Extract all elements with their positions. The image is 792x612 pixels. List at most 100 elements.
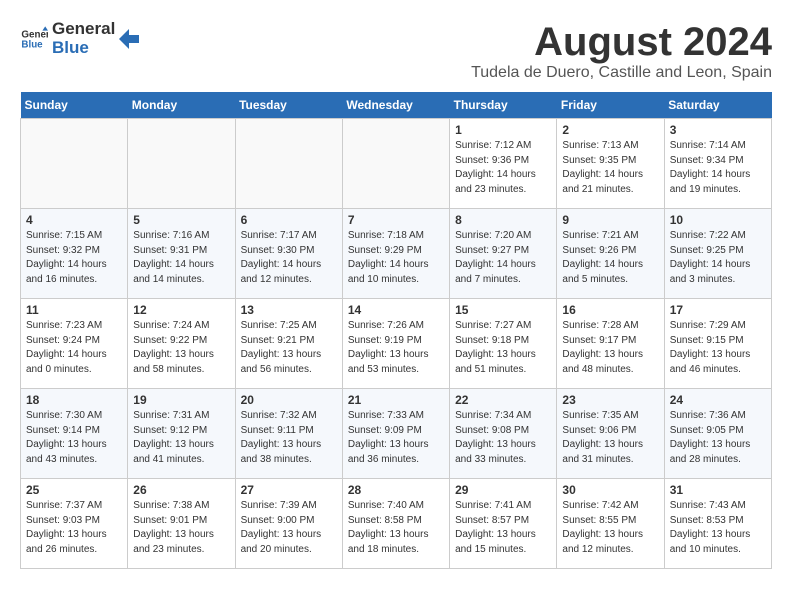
day-info: Sunrise: 7:39 AMSunset: 9:00 PMDaylight:…: [241, 499, 337, 557]
calendar-cell: [235, 119, 342, 209]
day-number: 4: [26, 213, 122, 227]
day-number: 19: [133, 393, 229, 407]
day-info: Sunrise: 7:16 AMSunset: 9:31 PMDaylight:…: [133, 229, 229, 287]
calendar-cell: 3Sunrise: 7:14 AMSunset: 9:34 PMDaylight…: [664, 119, 771, 209]
day-number: 10: [670, 213, 766, 227]
day-number: 23: [562, 393, 658, 407]
day-info: Sunrise: 7:28 AMSunset: 9:17 PMDaylight:…: [562, 319, 658, 377]
logo-blue-text: Blue: [52, 39, 115, 58]
calendar-cell: 7 Sunrise: 7:18 AMSunset: 9:29 PMDaylight…: [342, 209, 449, 299]
day-info: Sunrise: 7:12 AMSunset: 9:36 PMDaylight:…: [455, 139, 551, 197]
day-info: Sunrise: 7:30 AMSunset: 9:14 PMDaylight:…: [26, 409, 122, 467]
day-info: Sunrise: 7:37 AMSunset: 9:03 PMDaylight:…: [26, 499, 122, 557]
day-info: Sunrise: 7:35 AMSunset: 9:06 PMDaylight:…: [562, 409, 658, 467]
title-section: August 2024 Tudela de Duero, Castille an…: [471, 20, 772, 82]
calendar-cell: 20 Sunrise: 7:32 AMSunset: 9:11 PMDayligh…: [235, 389, 342, 479]
calendar-cell: 12Sunrise: 7:24 AMSunset: 9:22 PMDayligh…: [128, 299, 235, 389]
day-info: Sunrise: 7:38 AMSunset: 9:01 PMDaylight:…: [133, 499, 229, 557]
calendar-cell: [128, 119, 235, 209]
calendar-cell: 27Sunrise: 7:39 AMSunset: 9:00 PMDayligh…: [235, 479, 342, 569]
calendar-cell: 13Sunrise: 7:25 AMSunset: 9:21 PMDayligh…: [235, 299, 342, 389]
calendar-week-row: 11 Sunrise: 7:23 AMSunset: 9:24 PMDayligh…: [21, 299, 772, 389]
day-number: 31: [670, 483, 766, 497]
day-info: Sunrise: 7:17 AMSunset: 9:30 PMDaylight:…: [241, 229, 337, 287]
day-info: Sunrise: 7:21 AMSunset: 9:26 PMDaylight:…: [562, 229, 658, 287]
calendar-cell: 22 Sunrise: 7:34 AMSunset: 9:08 PMDayligh…: [450, 389, 557, 479]
day-number: 18: [26, 393, 122, 407]
day-info: Sunrise: 7:41 AMSunset: 8:57 PMDaylight:…: [455, 499, 551, 557]
calendar-cell: 10 Sunrise: 7:22 AMSunset: 9:25 PMDayligh…: [664, 209, 771, 299]
calendar-cell: 17 Sunrise: 7:29 AMSunset: 9:15 PMDayligh…: [664, 299, 771, 389]
calendar-cell: 4 Sunrise: 7:15 AMSunset: 9:32 PMDaylight…: [21, 209, 128, 299]
calendar-week-row: 18 Sunrise: 7:30 AMSunset: 9:14 PMDayligh…: [21, 389, 772, 479]
day-info: Sunrise: 7:29 AMSunset: 9:15 PMDaylight:…: [670, 319, 766, 377]
day-number: 6: [241, 213, 337, 227]
day-number: 26: [133, 483, 229, 497]
weekday-header-row: SundayMondayTuesdayWednesdayThursdayFrid…: [21, 92, 772, 119]
day-info: Sunrise: 7:15 AMSunset: 9:32 PMDaylight:…: [26, 229, 122, 287]
calendar-cell: 6 Sunrise: 7:17 AMSunset: 9:30 PMDaylight…: [235, 209, 342, 299]
calendar-cell: 28Sunrise: 7:40 AMSunset: 8:58 PMDayligh…: [342, 479, 449, 569]
day-info: Sunrise: 7:33 AMSunset: 9:09 PMDaylight:…: [348, 409, 444, 467]
calendar-subtitle: Tudela de Duero, Castille and Leon, Spai…: [471, 64, 772, 82]
calendar-cell: 1 Sunrise: 7:12 AMSunset: 9:36 PMDaylight…: [450, 119, 557, 209]
day-info: Sunrise: 7:26 AMSunset: 9:19 PMDaylight:…: [348, 319, 444, 377]
day-number: 9: [562, 213, 658, 227]
day-info: Sunrise: 7:22 AMSunset: 9:25 PMDaylight:…: [670, 229, 766, 287]
day-info: Sunrise: 7:42 AMSunset: 8:55 PMDaylight:…: [562, 499, 658, 557]
logo-arrow-icon: [119, 29, 139, 49]
calendar-cell: 25 Sunrise: 7:37 AMSunset: 9:03 PMDayligh…: [21, 479, 128, 569]
calendar-cell: 24 Sunrise: 7:36 AMSunset: 9:05 PMDayligh…: [664, 389, 771, 479]
day-info: Sunrise: 7:34 AMSunset: 9:08 PMDaylight:…: [455, 409, 551, 467]
day-number: 20: [241, 393, 337, 407]
calendar-cell: 14 Sunrise: 7:26 AMSunset: 9:19 PMDayligh…: [342, 299, 449, 389]
day-number: 25: [26, 483, 122, 497]
calendar-cell: 29Sunrise: 7:41 AMSunset: 8:57 PMDayligh…: [450, 479, 557, 569]
weekday-header-tuesday: Tuesday: [235, 92, 342, 119]
day-number: 14: [348, 303, 444, 317]
weekday-header-wednesday: Wednesday: [342, 92, 449, 119]
day-info: Sunrise: 7:31 AMSunset: 9:12 PMDaylight:…: [133, 409, 229, 467]
calendar-cell: [342, 119, 449, 209]
day-info: Sunrise: 7:32 AMSunset: 9:11 PMDaylight:…: [241, 409, 337, 467]
calendar-cell: 15Sunrise: 7:27 AMSunset: 9:18 PMDayligh…: [450, 299, 557, 389]
day-info: Sunrise: 7:23 AMSunset: 9:24 PMDaylight:…: [26, 319, 122, 377]
day-info: Sunrise: 7:43 AMSunset: 8:53 PMDaylight:…: [670, 499, 766, 557]
calendar-cell: 30Sunrise: 7:42 AMSunset: 8:55 PMDayligh…: [557, 479, 664, 569]
day-info: Sunrise: 7:40 AMSunset: 8:58 PMDaylight:…: [348, 499, 444, 557]
calendar-cell: 31 Sunrise: 7:43 AMSunset: 8:53 PMDayligh…: [664, 479, 771, 569]
calendar-cell: 8Sunrise: 7:20 AMSunset: 9:27 PMDaylight…: [450, 209, 557, 299]
day-number: 17: [670, 303, 766, 317]
calendar-cell: 18 Sunrise: 7:30 AMSunset: 9:14 PMDayligh…: [21, 389, 128, 479]
logo: General Blue General Blue: [20, 20, 139, 57]
day-number: 2: [562, 123, 658, 137]
day-number: 12: [133, 303, 229, 317]
day-info: Sunrise: 7:18 AMSunset: 9:29 PMDaylight:…: [348, 229, 444, 287]
calendar-cell: 26 Sunrise: 7:38 AMSunset: 9:01 PMDayligh…: [128, 479, 235, 569]
day-number: 21: [348, 393, 444, 407]
day-number: 24: [670, 393, 766, 407]
day-number: 13: [241, 303, 337, 317]
weekday-header-sunday: Sunday: [21, 92, 128, 119]
logo-general-text: General: [52, 20, 115, 39]
day-number: 7: [348, 213, 444, 227]
day-info: Sunrise: 7:14 AMSunset: 9:34 PMDaylight:…: [670, 139, 766, 197]
day-info: Sunrise: 7:20 AMSunset: 9:27 PMDaylight:…: [455, 229, 551, 287]
calendar-week-row: 25 Sunrise: 7:37 AMSunset: 9:03 PMDayligh…: [21, 479, 772, 569]
calendar-table: SundayMondayTuesdayWednesdayThursdayFrid…: [20, 92, 772, 569]
weekday-header-thursday: Thursday: [450, 92, 557, 119]
day-info: Sunrise: 7:36 AMSunset: 9:05 PMDaylight:…: [670, 409, 766, 467]
day-number: 1: [455, 123, 551, 137]
calendar-cell: 2Sunrise: 7:13 AMSunset: 9:35 PMDaylight…: [557, 119, 664, 209]
day-number: 22: [455, 393, 551, 407]
day-number: 11: [26, 303, 122, 317]
calendar-cell: 23 Sunrise: 7:35 AMSunset: 9:06 PMDayligh…: [557, 389, 664, 479]
calendar-cell: 16Sunrise: 7:28 AMSunset: 9:17 PMDayligh…: [557, 299, 664, 389]
calendar-cell: 19 Sunrise: 7:31 AMSunset: 9:12 PMDayligh…: [128, 389, 235, 479]
calendar-cell: 9 Sunrise: 7:21 AMSunset: 9:26 PMDaylight…: [557, 209, 664, 299]
weekday-header-saturday: Saturday: [664, 92, 771, 119]
calendar-cell: 5Sunrise: 7:16 AMSunset: 9:31 PMDaylight…: [128, 209, 235, 299]
calendar-title: August 2024: [471, 20, 772, 64]
logo-icon: General Blue: [20, 25, 48, 53]
calendar-cell: 21 Sunrise: 7:33 AMSunset: 9:09 PMDayligh…: [342, 389, 449, 479]
